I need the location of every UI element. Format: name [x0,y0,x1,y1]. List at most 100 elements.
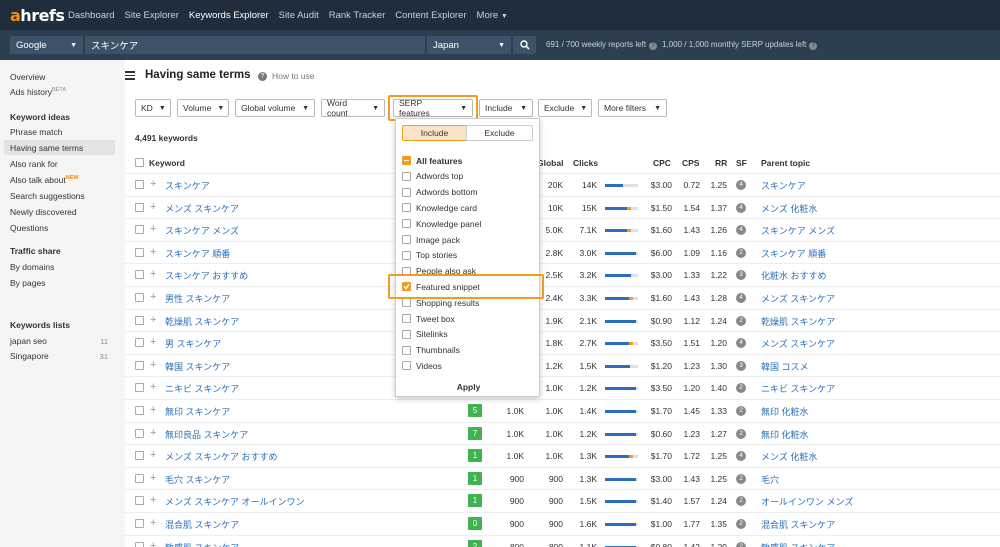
checkbox[interactable] [402,203,411,213]
serp-option-sitelinks[interactable]: Sitelinks [402,328,448,341]
sf-count-badge[interactable]: 4 [736,202,746,213]
parent-topic-link[interactable]: ニキビ スキンケア [761,382,835,395]
row-checkbox[interactable] [135,338,144,348]
row-checkbox[interactable] [135,541,144,547]
plus-icon[interactable]: + [150,314,156,326]
row-checkbox[interactable] [135,247,144,257]
filter-global-volume[interactable]: Global volume ▼ [235,99,315,117]
parent-topic-link[interactable]: 敏感肌 スキンケア [761,541,835,547]
plus-icon[interactable]: + [150,450,156,461]
search-engine-select[interactable]: Google ▼ [10,36,83,54]
filter-kd[interactable]: KD ▼ [135,99,171,117]
keyword-link[interactable]: メンズ スキンケア オールインワン [165,495,305,508]
keyword-link[interactable]: 毛穴 スキンケア [165,473,230,486]
nav-dashboard[interactable]: Dashboard [68,10,114,21]
sf-count-badge[interactable]: 2 [736,473,746,484]
parent-topic-link[interactable]: オールインワン メンズ [761,495,853,508]
serp-option-image-pack[interactable]: Image pack [402,233,460,246]
row-checkbox[interactable] [135,360,144,370]
checkbox[interactable] [402,329,411,339]
keyword-link[interactable]: スキンケア 順番 [165,247,230,260]
plus-icon[interactable]: + [150,518,156,529]
header-cpc[interactable]: CPC [653,158,671,168]
sf-count-badge[interactable]: 2 [736,315,746,326]
header-global[interactable]: Global [537,158,563,168]
sf-count-badge[interactable]: 2 [736,247,746,258]
keyword-link[interactable]: 敏感肌 スキンケア [165,541,239,547]
plus-icon[interactable]: + [150,382,156,393]
checkbox[interactable] [402,250,411,260]
plus-icon[interactable]: + [150,359,156,371]
sidebar-item-also-talk-about[interactable]: Also talk aboutNEW [10,175,79,185]
checkbox[interactable] [402,171,411,181]
nav-keywords-explorer[interactable]: Keywords Explorer [189,10,269,21]
filter-word-count[interactable]: Word count ▼ [321,98,385,118]
keyword-link[interactable]: 無印 スキンケア [165,405,230,418]
row-checkbox[interactable] [135,519,144,528]
keyword-link[interactable]: スキンケア おすすめ [165,269,248,282]
parent-topic-link[interactable]: 化粧水 おすすめ [761,269,827,282]
search-button[interactable] [513,36,536,54]
row-checkbox[interactable] [135,428,144,438]
checkbox[interactable] [402,314,411,323]
ahrefs-logo[interactable]: ahrefs [10,6,65,25]
sidebar-list-singapore[interactable]: Singapore [10,351,49,361]
row-checkbox[interactable] [135,315,144,325]
filter-volume[interactable]: Volume ▼ [177,99,229,117]
serp-option-tweet-box[interactable]: Tweet box [402,312,455,325]
checkbox[interactable] [402,219,411,229]
sf-count-badge[interactable]: 3 [736,270,746,281]
header-sf[interactable]: SF [736,158,747,168]
plus-icon[interactable]: + [150,427,156,439]
header-rr[interactable]: RR [715,158,727,168]
menu-icon[interactable] [125,71,135,80]
filter-include[interactable]: Include ▼ [479,99,533,117]
keyword-input[interactable]: スキンケア [85,36,425,54]
row-checkbox[interactable] [135,383,144,393]
row-checkbox[interactable] [135,293,144,302]
sidebar-item-overview[interactable]: Overview [10,72,45,82]
plus-icon[interactable]: + [150,201,156,213]
parent-topic-link[interactable]: スキンケア 順番 [761,247,826,260]
header-cps[interactable]: CPS [682,158,699,168]
plus-icon[interactable]: + [150,405,156,416]
sidebar-list-japan-seo[interactable]: japan seo [10,336,47,346]
sidebar-item-newly-discovered[interactable]: Newly discovered [10,207,77,217]
sf-count-badge[interactable]: 3 [736,360,746,371]
sidebar-item-questions[interactable]: Questions [10,223,48,233]
sf-count-badge[interactable]: 2 [736,541,746,547]
plus-icon[interactable]: + [150,540,156,547]
parent-topic-link[interactable]: メンズ 化粧水 [761,202,817,215]
nav-site-audit[interactable]: Site Audit [279,10,319,21]
header-parent-topic[interactable]: Parent topic [761,158,810,168]
sf-count-badge[interactable]: 2 [736,496,746,507]
sf-count-badge[interactable]: 4 [736,180,746,190]
keyword-link[interactable]: 韓国 スキンケア [165,360,230,373]
keyword-link[interactable]: ニキビ スキンケア [165,382,239,395]
plus-icon[interactable]: + [150,495,156,506]
parent-topic-link[interactable]: 乾燥肌 スキンケア [761,315,835,328]
plus-icon[interactable]: + [150,472,156,484]
filter-exclude[interactable]: Exclude ▼ [538,99,592,117]
help-icon[interactable]: ? [649,42,658,50]
sidebar-item-by-pages[interactable]: By pages [10,278,45,288]
plus-icon[interactable]: + [150,292,156,303]
keyword-link[interactable]: 男 スキンケア [165,337,221,350]
select-all-checkbox[interactable] [135,158,144,167]
serp-option-all-features[interactable]: All features [402,154,462,167]
country-select[interactable]: Japan ▼ [427,36,511,54]
checkbox[interactable] [402,361,411,371]
keyword-link[interactable]: メンズ スキンケア [165,202,239,215]
apply-button[interactable]: Apply [396,382,541,392]
row-checkbox[interactable] [135,202,144,212]
serp-option-adwords-bottom[interactable]: Adwords bottom [402,186,477,199]
serp-option-top-stories[interactable]: Top stories [402,249,457,262]
keyword-link[interactable]: 混合肌 スキンケア [165,518,239,531]
header-keyword[interactable]: Keyword [149,158,185,168]
keyword-link[interactable]: スキンケア [165,179,210,192]
row-checkbox[interactable] [135,473,144,483]
serp-option-adwords-top[interactable]: Adwords top [402,170,463,183]
sidebar-item-also-rank-for[interactable]: Also rank for [10,159,58,169]
row-checkbox[interactable] [135,406,144,415]
row-checkbox[interactable] [135,496,144,506]
